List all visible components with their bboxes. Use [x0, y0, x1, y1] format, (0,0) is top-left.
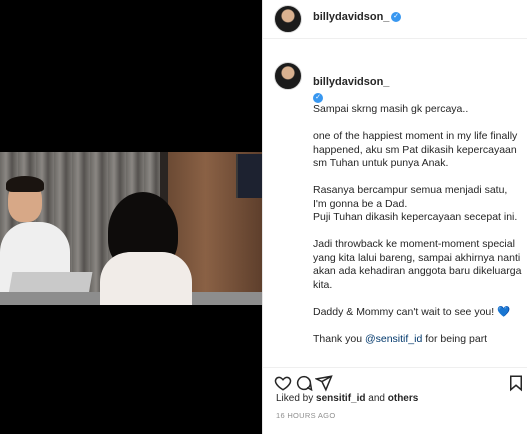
liked-by: Liked by sensitif_id and others	[276, 393, 418, 404]
caption-paragraph-4: Daddy & Mommy can't wait to see you! 💙	[313, 306, 523, 320]
caption-paragraph-3: Jadi throwback ke moment-moment special …	[313, 238, 522, 291]
liked-by-user[interactable]: sensitif_id	[316, 393, 365, 404]
avatar[interactable]	[274, 5, 302, 33]
caption-paragraph-5: Thank you @sensitif_id for being part	[313, 333, 523, 347]
post-timestamp[interactable]: 16 HOURS AGO	[276, 411, 335, 420]
caption-first-line: Sampai skrng masih gk percaya..	[313, 103, 469, 115]
caption-paragraph-4-text: Daddy & Mommy can't wait to see you!	[313, 305, 495, 318]
liked-by-and: and	[365, 393, 388, 404]
post-actions: Liked by sensitif_id and others 16 HOURS…	[263, 367, 527, 435]
caption-paragraph-2: Rasanya bercampur semua menjadi satu, I'…	[313, 184, 518, 223]
caption-first-paragraph: billydavidson_ ✓ Sampai skrng masih gk p…	[313, 62, 523, 117]
caption-thankyou-suffix: for being part	[422, 332, 488, 345]
caption-username[interactable]: billydavidson_	[313, 76, 389, 88]
caption-text: billydavidson_ ✓ Sampai skrng masih gk p…	[313, 62, 523, 360]
header-username[interactable]: billydavidson_	[313, 11, 389, 23]
liked-by-prefix: Liked by	[276, 393, 317, 404]
caption-area[interactable]: billydavidson_ ✓ Sampai skrng masih gk p…	[263, 56, 527, 367]
video-frame[interactable]	[0, 152, 262, 305]
caption-avatar[interactable]	[274, 62, 302, 90]
blue-heart-icon: 💙	[497, 305, 511, 318]
wall-frame	[236, 154, 262, 198]
verified-badge-icon: ✓	[391, 12, 401, 22]
post-header: billydavidson_ ✓	[263, 0, 527, 39]
man-hair	[6, 176, 44, 192]
bookmark-icon[interactable]	[507, 374, 525, 392]
woman-figure	[100, 252, 192, 305]
caption-paragraph-1: one of the happiest moment in my life fi…	[313, 130, 518, 169]
heart-icon[interactable]	[274, 374, 292, 392]
share-icon[interactable]	[314, 374, 333, 392]
verified-badge-icon: ✓	[313, 93, 323, 103]
caption-thankyou-prefix: Thank you	[313, 332, 365, 345]
post-side-panel: billydavidson_ ✓ billydavidson_ ✓ Sampai…	[262, 0, 527, 435]
liked-by-others[interactable]: others	[388, 393, 419, 404]
mention-link[interactable]: @sensitif_id	[365, 333, 422, 345]
comment-icon[interactable]	[295, 374, 313, 392]
post-media[interactable]	[0, 0, 262, 434]
